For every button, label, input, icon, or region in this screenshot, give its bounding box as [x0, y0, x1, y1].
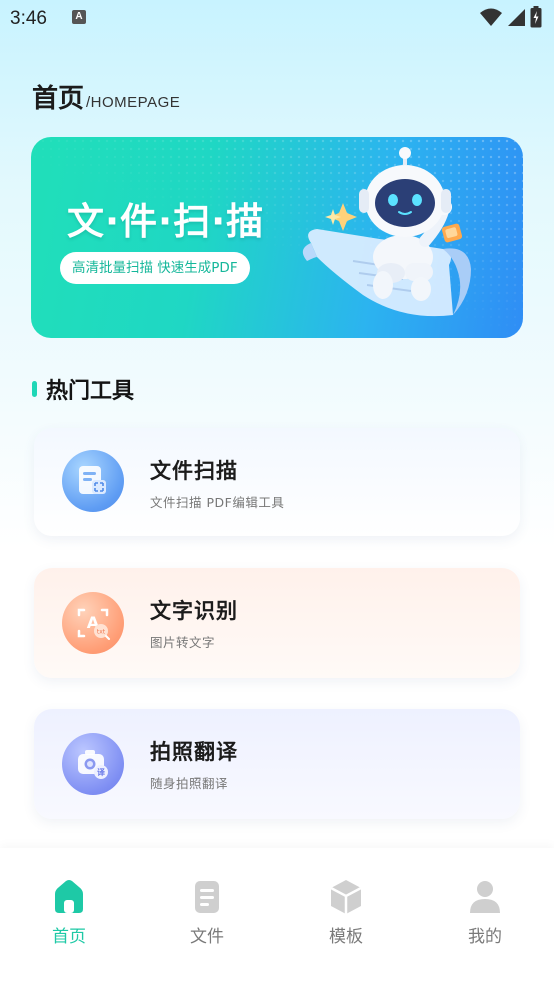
section-hot-tools: 热门工具 [32, 373, 134, 405]
status-bar: 3:46 A [0, 0, 554, 40]
tool-description: 文件扫描 PDF编辑工具 [150, 495, 285, 510]
bottom-navigation: 首页 文件 模板 我的 [0, 848, 554, 984]
status-icons [480, 6, 542, 28]
document-scan-icon [62, 450, 124, 512]
robot-mascot-icon [302, 147, 471, 317]
tool-name: 文件扫描 [150, 459, 238, 483]
banner-tagline: 高清批量扫描 快速生成PDF [60, 252, 250, 284]
battery-icon [530, 6, 542, 28]
camera-translate-icon: 译 [62, 733, 124, 795]
tool-name: 文字识别 [150, 599, 238, 623]
tool-card-text-recognition[interactable]: A txt 文字识别 图片转文字 [34, 568, 520, 678]
tool-description: 图片转文字 [150, 635, 216, 650]
banner-title: 文·件·扫·描 [67, 200, 265, 243]
nav-item-home[interactable]: 首页 [29, 878, 109, 947]
file-icon [195, 881, 219, 913]
page-title: 首页 /HOMEPAGE [32, 78, 180, 115]
wifi-icon [480, 8, 502, 26]
nav-label-mine: 我的 [468, 927, 502, 947]
notification-icon: A [72, 10, 86, 24]
cube-icon [330, 880, 362, 914]
signal-icon [508, 9, 525, 26]
nav-item-files[interactable]: 文件 [167, 878, 247, 947]
nav-label-home: 首页 [52, 927, 86, 947]
tool-card-document-scan[interactable]: 文件扫描 文件扫描 PDF编辑工具 [34, 428, 520, 536]
nav-item-mine[interactable]: 我的 [445, 878, 525, 947]
tool-description: 随身拍照翻译 [150, 776, 229, 791]
svg-text:txt: txt [97, 629, 106, 636]
tool-card-camera-translate[interactable]: 译 拍照翻译 随身拍照翻译 [34, 709, 520, 819]
section-accent-bar [32, 381, 37, 397]
nav-label-templates: 模板 [329, 927, 363, 947]
page-title-text: 首页 [32, 84, 85, 114]
user-icon [470, 881, 500, 913]
status-time: 3:46 [10, 8, 47, 29]
promo-banner[interactable]: 文·件·扫·描 高清批量扫描 快速生成PDF [31, 137, 523, 338]
text-recognition-icon: A txt [62, 592, 124, 654]
nav-item-templates[interactable]: 模板 [306, 878, 386, 947]
tool-name: 拍照翻译 [150, 740, 238, 764]
section-title-text: 热门工具 [46, 379, 135, 404]
svg-text:译: 译 [97, 767, 106, 777]
home-icon [55, 880, 83, 913]
page-subtitle: /HOMEPAGE [86, 94, 181, 111]
nav-label-files: 文件 [190, 927, 224, 947]
